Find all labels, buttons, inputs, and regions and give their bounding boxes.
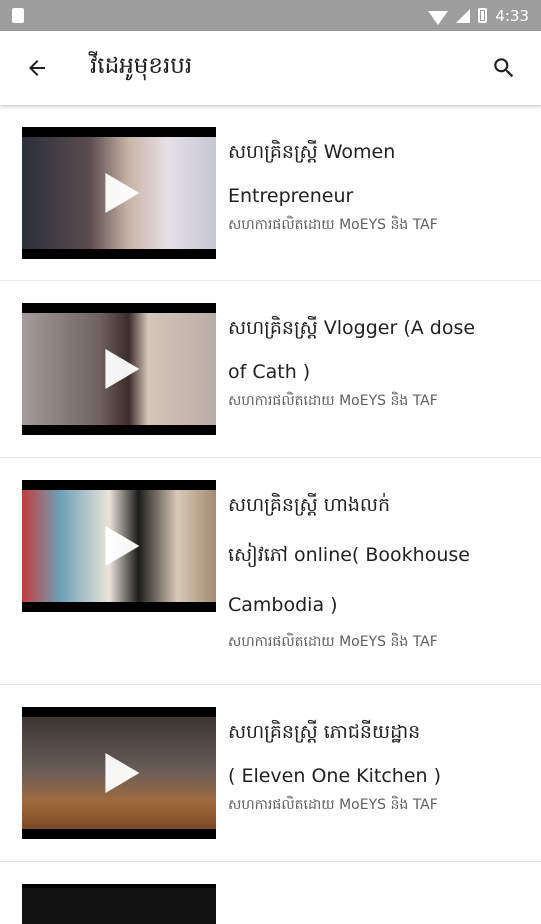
video-title-line: សៀវភៅ online( Bookhouse [228, 544, 470, 566]
play-icon [105, 526, 140, 566]
wifi-icon [428, 10, 449, 25]
video-title-line: សហគ្រិនស្ត្រី ហាងលក់ [228, 494, 391, 516]
back-button[interactable] [0, 31, 74, 105]
video-title-line: of Cath ) [228, 361, 311, 383]
video-title-line: សហគ្រិនស្ត្រី ភោជនីយដ្ឋាន [228, 721, 421, 743]
video-thumbnail [22, 127, 216, 259]
video-title-line: ( Eleven One Kitchen ) [228, 765, 442, 787]
sd-card-icon [12, 8, 24, 23]
page-title: វីដេអូមុខរបរ [90, 52, 193, 79]
video-subtitle: សហការផលិតដោយ MoEYS និង TAF [228, 217, 438, 233]
search-icon [494, 58, 514, 78]
status-bar: 4:33 [0, 0, 541, 31]
video-item[interactable]: សហគ្រិនស្ត្រី Women Entrepreneur សហការផល… [0, 105, 541, 281]
video-title-line: Entrepreneur [228, 185, 354, 207]
video-subtitle: សហការផលិតដោយ MoEYS និង TAF [228, 393, 438, 409]
video-title-line: សហគ្រិនស្ត្រី Vlogger (A dose [228, 317, 476, 339]
video-title-line: Cambodia ) [228, 594, 338, 616]
video-subtitle: សហការផលិតដោយ MoEYS និង TAF [228, 797, 438, 813]
video-subtitle: សហការផលិតដោយ MoEYS និង TAF [228, 634, 438, 650]
video-item-partial[interactable] [0, 862, 541, 924]
video-thumbnail [22, 480, 216, 612]
video-item[interactable]: សហគ្រិនស្ត្រី Vlogger (A dose of Cath ) … [0, 281, 541, 458]
play-icon [105, 173, 140, 213]
video-thumbnail [22, 884, 216, 924]
cell-signal-icon [456, 8, 471, 23]
video-list: សហគ្រិនស្ត្រី Women Entrepreneur សហការផល… [0, 105, 541, 924]
battery-icon [478, 8, 488, 23]
play-icon [105, 349, 140, 389]
app-bar: វីដេអូមុខរបរ [0, 31, 541, 105]
video-thumbnail [22, 707, 216, 839]
video-item[interactable]: សហគ្រិនស្ត្រី ហាងលក់ សៀវភៅ online( Bookh… [0, 458, 541, 685]
status-time: 4:33 [495, 6, 529, 25]
play-icon [105, 753, 140, 793]
search-button[interactable] [467, 31, 541, 105]
video-title-line: សហគ្រិនស្ត្រី Women [228, 141, 396, 163]
arrow-back-icon [29, 60, 45, 76]
video-item[interactable]: សហគ្រិនស្ត្រី ភោជនីយដ្ឋាន ( Eleven One K… [0, 685, 541, 862]
video-thumbnail [22, 303, 216, 435]
